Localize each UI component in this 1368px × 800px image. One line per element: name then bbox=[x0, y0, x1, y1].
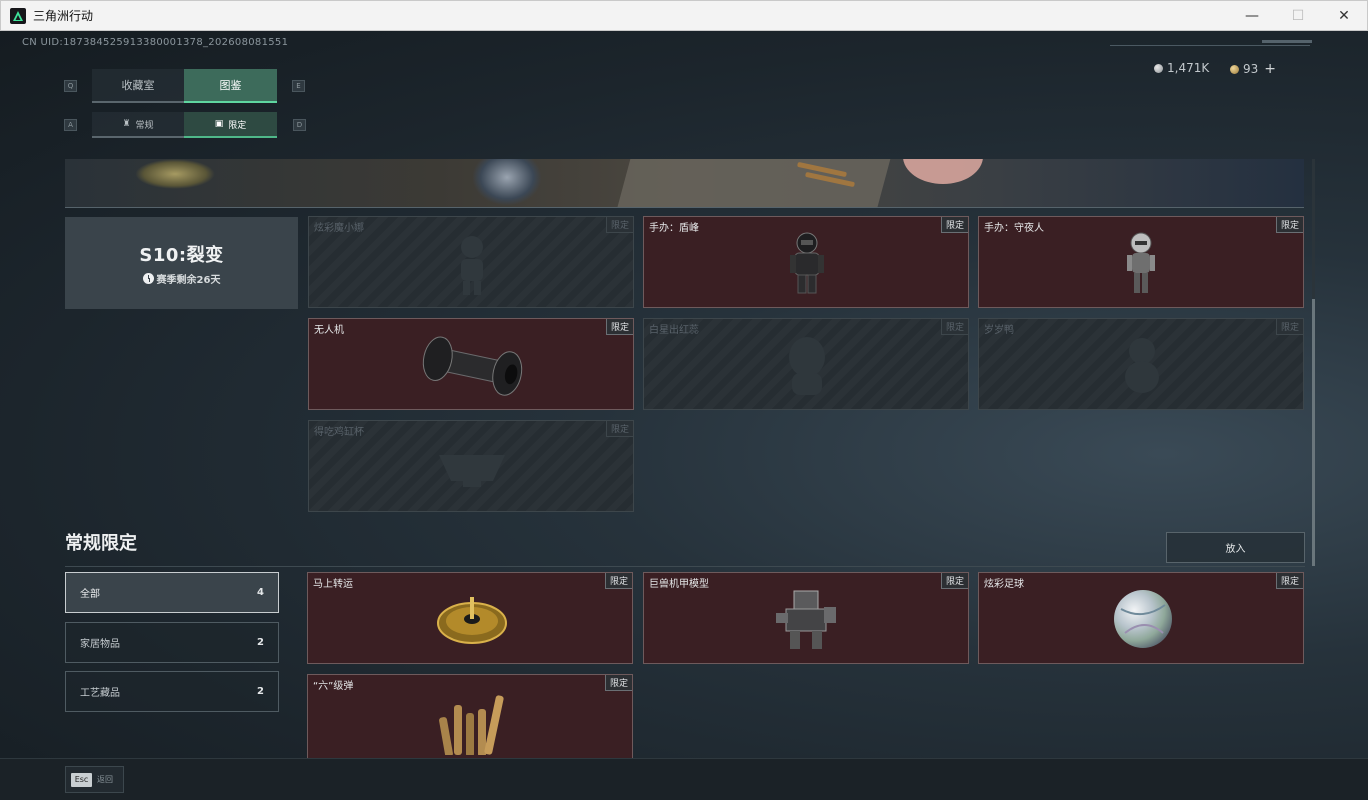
figure-silhouette-icon bbox=[461, 236, 483, 295]
filter-count: 2 bbox=[257, 686, 264, 697]
iridescent-ball-icon bbox=[1114, 590, 1172, 648]
key-hint-a: A bbox=[64, 119, 77, 131]
limited-tag: 限定 bbox=[605, 319, 633, 335]
item-name: 手办：守夜人 bbox=[984, 223, 1044, 234]
item-card[interactable]: 白星出红蕊 限定 bbox=[643, 318, 969, 410]
player-uid: CN UID:18738452591338000137​8_2026080815… bbox=[22, 37, 289, 48]
season-remaining-text: 赛季剩余26天 bbox=[156, 274, 221, 286]
item-name: 得吃鸡缸杯 bbox=[314, 427, 364, 438]
filter-count: 4 bbox=[257, 587, 264, 598]
clock-icon bbox=[142, 272, 154, 284]
limited-tag: 限定 bbox=[940, 217, 968, 233]
key-hint-e: E bbox=[292, 80, 305, 92]
back-label: 返回 bbox=[97, 775, 113, 784]
section-title: 常规限定 bbox=[65, 533, 137, 554]
limited-tag: 限定 bbox=[604, 573, 632, 589]
item-name: 炫彩魔小娜 bbox=[314, 223, 364, 234]
item-card[interactable]: “六”级弹 限定 bbox=[307, 674, 633, 766]
cup-silhouette-icon bbox=[439, 455, 505, 487]
season-remaining: 赛季剩余26天 bbox=[142, 271, 221, 286]
limited-tag: 限定 bbox=[605, 217, 633, 233]
tab-normal-label: 常规 bbox=[135, 120, 154, 131]
silver-amount: 1,471K bbox=[1167, 61, 1210, 75]
back-button[interactable]: Esc 返回 bbox=[65, 766, 124, 793]
maximize-button[interactable]: ☐ bbox=[1275, 1, 1321, 30]
section-divider bbox=[65, 566, 1305, 567]
gold-amount: 93 bbox=[1243, 62, 1259, 76]
key-hint-q: Q bbox=[64, 80, 77, 92]
gold-currency: 93 + bbox=[1230, 61, 1276, 77]
bust-silhouette-icon bbox=[789, 337, 825, 395]
limited-tag: 限定 bbox=[940, 319, 968, 335]
item-card[interactable]: 手办：守夜人 限定 bbox=[978, 216, 1304, 308]
season-name: S10:裂变 bbox=[139, 244, 224, 266]
filter-label: 工艺藏品 bbox=[80, 688, 120, 699]
golden-wheel-icon bbox=[437, 597, 507, 644]
tab-collection-room[interactable]: 收藏室 bbox=[92, 69, 184, 103]
picture-icon: ▣ bbox=[214, 119, 224, 129]
item-name: 岁岁鸭 bbox=[984, 325, 1014, 336]
item-name: “六”级弹 bbox=[313, 681, 354, 692]
gold-coin-icon bbox=[1230, 64, 1239, 74]
filter-all[interactable]: 全部 4 bbox=[65, 572, 279, 613]
armored-figure-icon bbox=[790, 232, 824, 294]
add-currency-button[interactable]: + bbox=[1264, 61, 1276, 77]
app-logo-icon bbox=[10, 7, 26, 24]
item-name: 炫彩足球 bbox=[984, 579, 1024, 590]
item-card[interactable]: 岁岁鸭 限定 bbox=[978, 318, 1304, 410]
scrollbar[interactable] bbox=[1312, 159, 1315, 566]
filter-household[interactable]: 家居物品 2 bbox=[65, 622, 279, 663]
game-screen: CN UID:18738452591338000137​8_2026080815… bbox=[0, 31, 1368, 800]
minimize-button[interactable]: — bbox=[1229, 1, 1275, 30]
sentinel-figure-icon bbox=[1127, 232, 1155, 293]
item-card[interactable]: 巨兽机甲模型 限定 bbox=[643, 572, 969, 664]
limited-tag: 限定 bbox=[940, 573, 968, 589]
footer-bar: Esc 返回 bbox=[0, 758, 1368, 800]
esc-key-hint: Esc bbox=[71, 772, 92, 787]
limited-tag: 限定 bbox=[1275, 217, 1303, 233]
mech-model-icon bbox=[776, 590, 836, 649]
filter-crafts[interactable]: 工艺藏品 2 bbox=[65, 671, 279, 712]
sub-tabs: ♜ 常规 ▣ 限定 bbox=[92, 112, 277, 138]
tab-limited-label: 限定 bbox=[228, 120, 247, 131]
tab-normal[interactable]: ♜ 常规 bbox=[92, 112, 184, 138]
window-titlebar: 三角洲行动 — ☐ ✕ bbox=[0, 0, 1368, 31]
season-info-card: S10:裂变 赛季剩余26天 bbox=[65, 217, 298, 309]
trophy-icon: ♜ bbox=[122, 119, 131, 129]
limited-tag: 限定 bbox=[1275, 319, 1303, 335]
season-banner-image bbox=[65, 159, 1304, 208]
close-button[interactable]: ✕ bbox=[1321, 1, 1367, 30]
main-tabs: 收藏室 图鉴 bbox=[92, 69, 277, 103]
top-divider-accent bbox=[1262, 40, 1312, 43]
key-hint-d: D bbox=[293, 119, 306, 131]
bullet-hand-icon bbox=[439, 695, 504, 755]
item-name: 巨兽机甲模型 bbox=[649, 579, 709, 590]
item-card[interactable]: 无人机 限定 bbox=[308, 318, 634, 410]
drone-part-icon bbox=[422, 336, 523, 396]
tab-limited[interactable]: ▣ 限定 bbox=[184, 112, 277, 138]
item-name: 手办：盾峰 bbox=[649, 223, 699, 234]
silver-currency: 1,471K bbox=[1154, 61, 1209, 75]
item-card[interactable]: 得吃鸡缸杯 限定 bbox=[308, 420, 634, 512]
top-divider bbox=[1110, 45, 1310, 46]
item-name: 马上转运 bbox=[313, 579, 353, 590]
filter-label: 全部 bbox=[80, 589, 100, 600]
filter-label: 家居物品 bbox=[80, 639, 120, 650]
duck-silhouette-icon bbox=[1125, 338, 1159, 393]
window-title: 三角洲行动 bbox=[33, 9, 94, 23]
item-card[interactable]: 手办：盾峰 限定 bbox=[643, 216, 969, 308]
limited-tag: 限定 bbox=[604, 675, 632, 691]
item-name: 白星出红蕊 bbox=[649, 325, 699, 336]
item-card[interactable]: 马上转运 限定 bbox=[307, 572, 633, 664]
item-name: 无人机 bbox=[314, 325, 344, 336]
item-card[interactable]: 炫彩足球 限定 bbox=[978, 572, 1304, 664]
silver-coin-icon bbox=[1154, 63, 1163, 73]
put-in-button[interactable]: 放入 bbox=[1166, 532, 1305, 563]
item-card[interactable]: 炫彩魔小娜 限定 bbox=[308, 216, 634, 308]
filter-count: 2 bbox=[257, 637, 264, 648]
scrollbar-thumb[interactable] bbox=[1312, 299, 1315, 566]
limited-tag: 限定 bbox=[605, 421, 633, 437]
limited-tag: 限定 bbox=[1275, 573, 1303, 589]
tab-catalog[interactable]: 图鉴 bbox=[184, 69, 277, 103]
